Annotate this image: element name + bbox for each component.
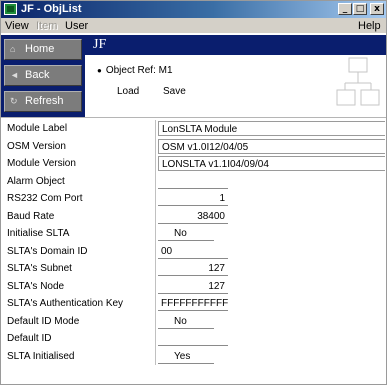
property-label: SLTA Initialised bbox=[7, 350, 75, 362]
close-button[interactable]: x bbox=[370, 3, 384, 15]
nav-panel: ⌂ Home ◄ Back ↻ Refresh bbox=[1, 35, 85, 117]
property-label: Alarm Object bbox=[7, 175, 65, 187]
column-divider bbox=[155, 295, 156, 313]
object-ref: ● Object Ref: M1 bbox=[97, 65, 173, 76]
property-table: Module Label LonSLTA Module OSM Version OSM… bbox=[1, 117, 386, 384]
property-label: SLTA's Subnet bbox=[7, 263, 72, 274]
column-divider bbox=[155, 155, 156, 173]
property-value-field[interactable]: OSM v1.0I12/04/05 bbox=[158, 138, 385, 154]
property-label: Baud Rate bbox=[7, 210, 55, 222]
property-label: Module Label bbox=[7, 123, 68, 134]
back-label: Back bbox=[25, 69, 50, 81]
column-divider bbox=[155, 207, 156, 225]
property-row: OSM Version OSM v1.0I12/04/05 bbox=[1, 137, 386, 155]
refresh-label: Refresh bbox=[25, 95, 64, 107]
property-row: Module Version LONSLTA v1.1I04/09/04 bbox=[1, 155, 386, 173]
back-button[interactable]: ◄ Back bbox=[4, 65, 82, 86]
column-divider bbox=[155, 190, 156, 208]
property-row: SLTA Initialised Yes bbox=[1, 347, 386, 365]
property-label: Default ID Mode bbox=[7, 315, 80, 327]
object-panel: ● Object Ref: M1 Load Save bbox=[85, 55, 386, 117]
load-link[interactable]: Load bbox=[117, 86, 139, 97]
minimize-button[interactable]: _ bbox=[338, 3, 352, 15]
property-label: SLTA's Node bbox=[7, 280, 65, 292]
menu-help[interactable]: Help bbox=[358, 20, 381, 32]
property-row: SLTA's Subnet 127 bbox=[1, 260, 386, 278]
column-divider bbox=[155, 225, 156, 243]
property-label: Module Version bbox=[7, 158, 76, 169]
page-title: JF bbox=[93, 37, 107, 52]
property-value-field[interactable]: FFFFFFFFFFFF bbox=[158, 296, 228, 311]
property-value-field[interactable]: No bbox=[158, 226, 214, 241]
property-row: SLTA's Domain ID 00 bbox=[1, 242, 386, 260]
property-value-field[interactable]: 127 bbox=[158, 279, 228, 294]
column-divider bbox=[155, 242, 156, 260]
app-icon bbox=[4, 3, 17, 15]
menu-user[interactable]: User bbox=[65, 20, 88, 32]
property-value-field[interactable]: No bbox=[158, 314, 214, 329]
property-label: Default ID bbox=[7, 333, 52, 344]
property-value-field[interactable] bbox=[158, 174, 228, 189]
column-divider bbox=[155, 137, 156, 155]
property-row: SLTA's Node 127 bbox=[1, 277, 386, 295]
bullet-icon: ● bbox=[97, 66, 102, 75]
column-divider bbox=[155, 260, 156, 278]
property-label: OSM Version bbox=[7, 140, 66, 152]
column-divider bbox=[155, 330, 156, 348]
refresh-icon: ↻ bbox=[10, 96, 18, 106]
property-value-field[interactable]: LONSLTA v1.1I04/09/04 bbox=[158, 156, 385, 171]
property-value-field[interactable]: 1 bbox=[158, 191, 228, 206]
property-value-field[interactable]: Yes bbox=[158, 349, 214, 364]
menu-bar: View Item User Help bbox=[1, 18, 386, 34]
column-divider bbox=[155, 120, 156, 138]
property-value-field[interactable] bbox=[158, 331, 228, 346]
menu-view[interactable]: View bbox=[5, 20, 29, 32]
back-arrow-icon: ◄ bbox=[10, 70, 19, 80]
window-controls: _ □ x bbox=[338, 3, 384, 15]
home-label: Home bbox=[25, 43, 55, 55]
property-value-field[interactable]: 127 bbox=[158, 261, 228, 276]
object-ref-label: Object Ref: M1 bbox=[105, 65, 173, 76]
property-value-field[interactable]: LonSLTA Module bbox=[158, 121, 385, 136]
object-tree-icon bbox=[336, 57, 380, 106]
objlist-window: JF - ObjList _ □ x View Item User Help ⌂… bbox=[0, 0, 387, 385]
property-row: Alarm Object bbox=[1, 172, 386, 190]
column-divider bbox=[155, 312, 156, 330]
home-icon: ⌂ bbox=[10, 44, 16, 54]
property-row: Default ID bbox=[1, 330, 386, 348]
property-label: SLTA's Domain ID bbox=[7, 245, 88, 257]
header-bar: JF bbox=[85, 35, 386, 55]
property-label: RS232 Com Port bbox=[7, 193, 83, 204]
save-link[interactable]: Save bbox=[163, 86, 186, 97]
column-divider bbox=[155, 347, 156, 365]
property-value-field[interactable]: 38400 bbox=[158, 209, 228, 224]
property-row: Baud Rate 38400 bbox=[1, 207, 386, 225]
window-title: JF - ObjList bbox=[21, 3, 82, 15]
refresh-button[interactable]: ↻ Refresh bbox=[4, 91, 82, 112]
home-button[interactable]: ⌂ Home bbox=[4, 39, 82, 60]
title-bar[interactable]: JF - ObjList _ □ x bbox=[1, 1, 386, 18]
menu-item: Item bbox=[36, 20, 58, 32]
property-row: Default ID Mode No bbox=[1, 312, 386, 330]
column-divider bbox=[155, 277, 156, 295]
maximize-button[interactable]: □ bbox=[353, 3, 367, 15]
property-row: Module Label LonSLTA Module bbox=[1, 120, 386, 138]
property-row: RS232 Com Port 1 bbox=[1, 190, 386, 208]
property-label: Initialise SLTA bbox=[7, 228, 70, 239]
property-label: SLTA's Authentication Key bbox=[7, 298, 124, 309]
column-divider bbox=[155, 172, 156, 190]
property-row: Initialise SLTA No bbox=[1, 225, 386, 243]
property-value-field[interactable]: 00 bbox=[158, 244, 228, 259]
property-row: SLTA's Authentication Key FFFFFFFFFFFF bbox=[1, 295, 386, 313]
